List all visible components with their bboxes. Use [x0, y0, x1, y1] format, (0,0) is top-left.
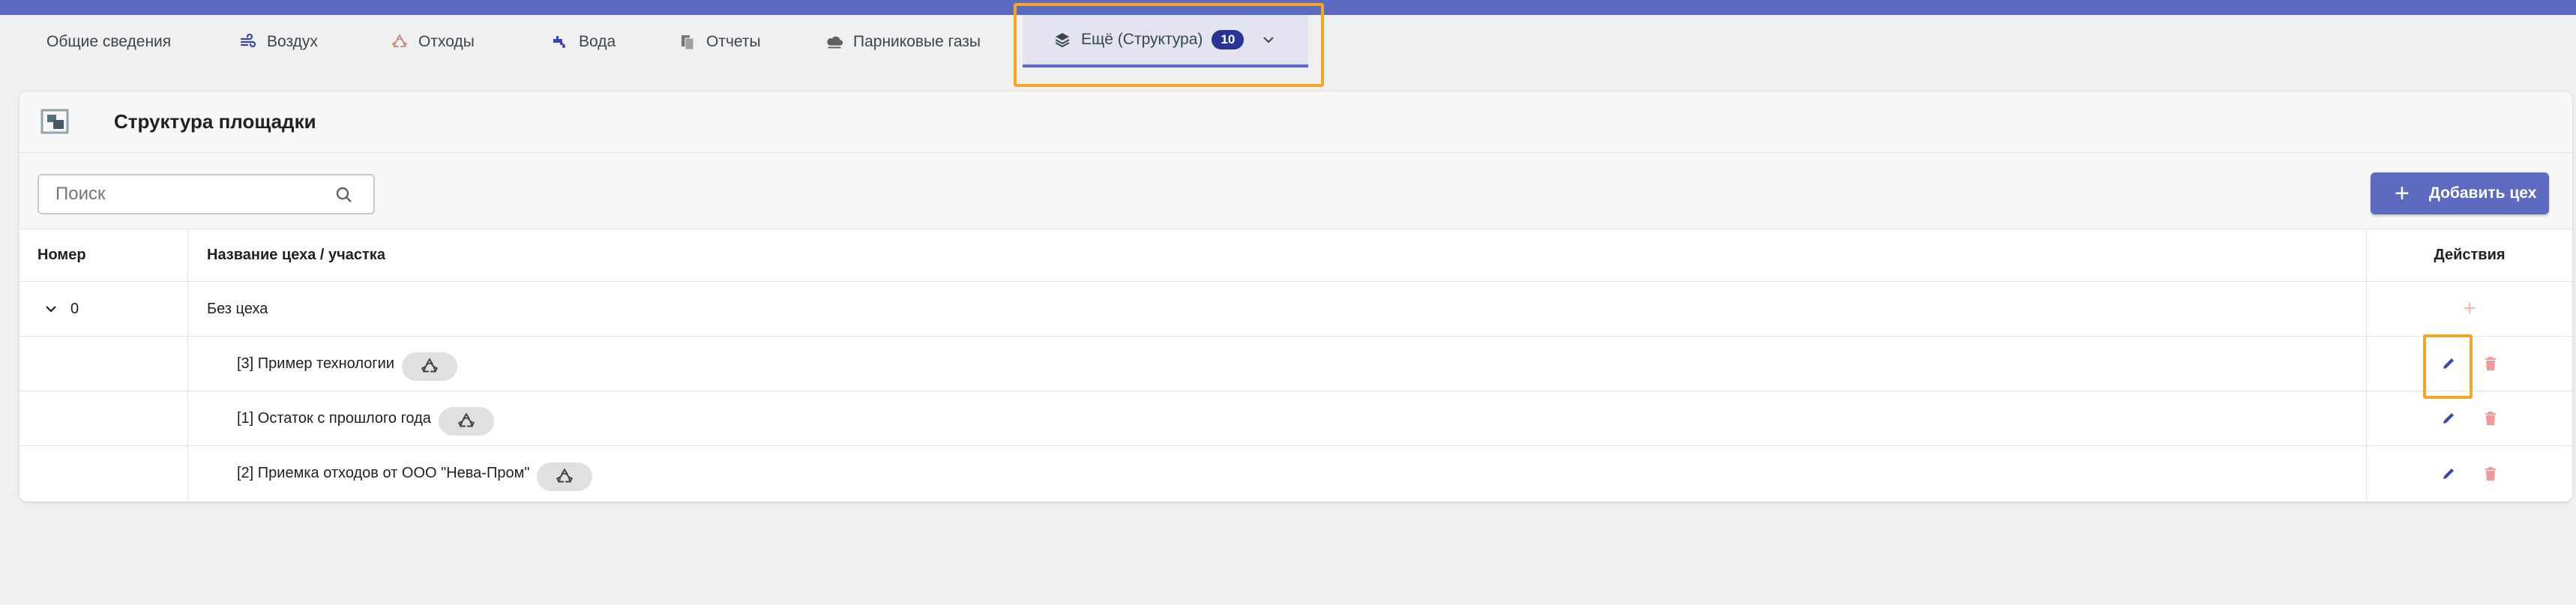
cloud-icon — [825, 32, 844, 52]
header-actions: Действия — [2434, 247, 2506, 263]
number-cell — [19, 391, 188, 445]
add-button-label: Добавить цех — [2428, 184, 2537, 202]
tab-label: Отходы — [418, 33, 475, 50]
tab-water[interactable]: Вода — [550, 15, 616, 69]
group-number-cell: 0 — [19, 282, 188, 336]
plus-icon: + — [2395, 179, 2410, 208]
trash-icon[interactable] — [2481, 464, 2500, 484]
trash-icon[interactable] — [2481, 354, 2500, 373]
tab-general[interactable]: Общие сведения — [46, 15, 171, 69]
panel-header: Структура площадки — [19, 91, 2572, 153]
tab-label: Общие сведения — [46, 33, 172, 50]
count-badge: 10 — [1212, 30, 1245, 49]
edit-pencil-icon[interactable] — [2439, 409, 2458, 428]
number-cell — [19, 337, 188, 391]
item-name: [1] Остаток с прошлого года — [237, 409, 431, 427]
recycle-icon — [537, 462, 593, 491]
documents-icon — [678, 32, 697, 52]
item-name: [2] Приемка отходов от ООО "Нева-Пром" — [237, 465, 530, 481]
name-cell: [3] Пример технологии — [188, 337, 2367, 391]
search-icon[interactable] — [334, 185, 354, 205]
name-cell: [2] Приемка отходов от ООО "Нева-Пром" — [188, 446, 2367, 501]
add-row-icon[interactable]: + — [2460, 296, 2479, 321]
structure-table: Номер Название цеха / участка Действия 0… — [19, 229, 2572, 501]
actions-cell — [2367, 446, 2572, 501]
search-box — [37, 174, 375, 214]
tab-label: Воздух — [267, 33, 318, 50]
structure-icon — [39, 106, 72, 139]
tab-label: Отчеты — [706, 33, 761, 50]
chevron-down-icon[interactable] — [43, 301, 58, 316]
tab-greenhouse-gases[interactable]: Парниковые газы — [825, 15, 981, 69]
search-input[interactable] — [55, 184, 325, 205]
tab-bar: Общие сведения Воздух Отходы Вода Отчеты… — [0, 15, 2576, 87]
add-workshop-button[interactable]: + Добавить цех — [2371, 172, 2549, 214]
header-number: Номер — [19, 229, 188, 281]
recycle-icon — [402, 352, 458, 381]
edit-pencil-icon[interactable] — [2439, 354, 2458, 373]
top-banner — [0, 0, 2576, 15]
tab-label: Вода — [579, 33, 616, 50]
tab-reports[interactable]: Отчеты — [678, 15, 761, 69]
table-row: [1] Остаток с прошлого года — [19, 391, 2572, 446]
group-actions-cell: + — [2367, 282, 2572, 336]
table-row: [2] Приемка отходов от ООО "Нева-Пром" — [19, 446, 2572, 501]
actions-cell — [2367, 337, 2572, 391]
group-name: Без цеха — [188, 282, 2367, 336]
layers-icon — [1053, 30, 1072, 49]
recycle-icon — [438, 407, 494, 436]
wind-icon — [238, 32, 258, 52]
toolbar: + Добавить цех — [19, 153, 2572, 229]
tab-label: Ещё (Структура) — [1081, 31, 1203, 48]
tab-label: Парниковые газы — [853, 33, 981, 50]
table-row-group: 0 Без цеха + — [19, 282, 2572, 337]
table-row: [3] Пример технологии — [19, 337, 2572, 391]
chevron-down-icon — [1259, 30, 1278, 49]
actions-cell — [2367, 391, 2572, 445]
tab-more-structure[interactable]: Ещё (Структура) 10 — [1023, 15, 1309, 67]
tab-air[interactable]: Воздух — [238, 15, 318, 69]
edit-pencil-icon[interactable] — [2439, 464, 2458, 484]
recycle-icon — [390, 32, 409, 52]
water-tap-icon — [550, 32, 570, 52]
item-name: [3] Пример технологии — [237, 355, 395, 372]
panel-title: Структура площадки — [114, 110, 316, 133]
site-structure-panel: Структура площадки + Добавить цех Номер … — [19, 91, 2572, 502]
name-cell: [1] Остаток с прошлого года — [188, 391, 2367, 445]
tab-waste[interactable]: Отходы — [390, 15, 475, 69]
table-header-row: Номер Название цеха / участка Действия — [19, 229, 2572, 282]
header-name: Название цеха / участка — [188, 229, 2367, 281]
number-cell — [19, 446, 188, 501]
trash-icon[interactable] — [2481, 409, 2500, 428]
group-number: 0 — [70, 300, 79, 317]
